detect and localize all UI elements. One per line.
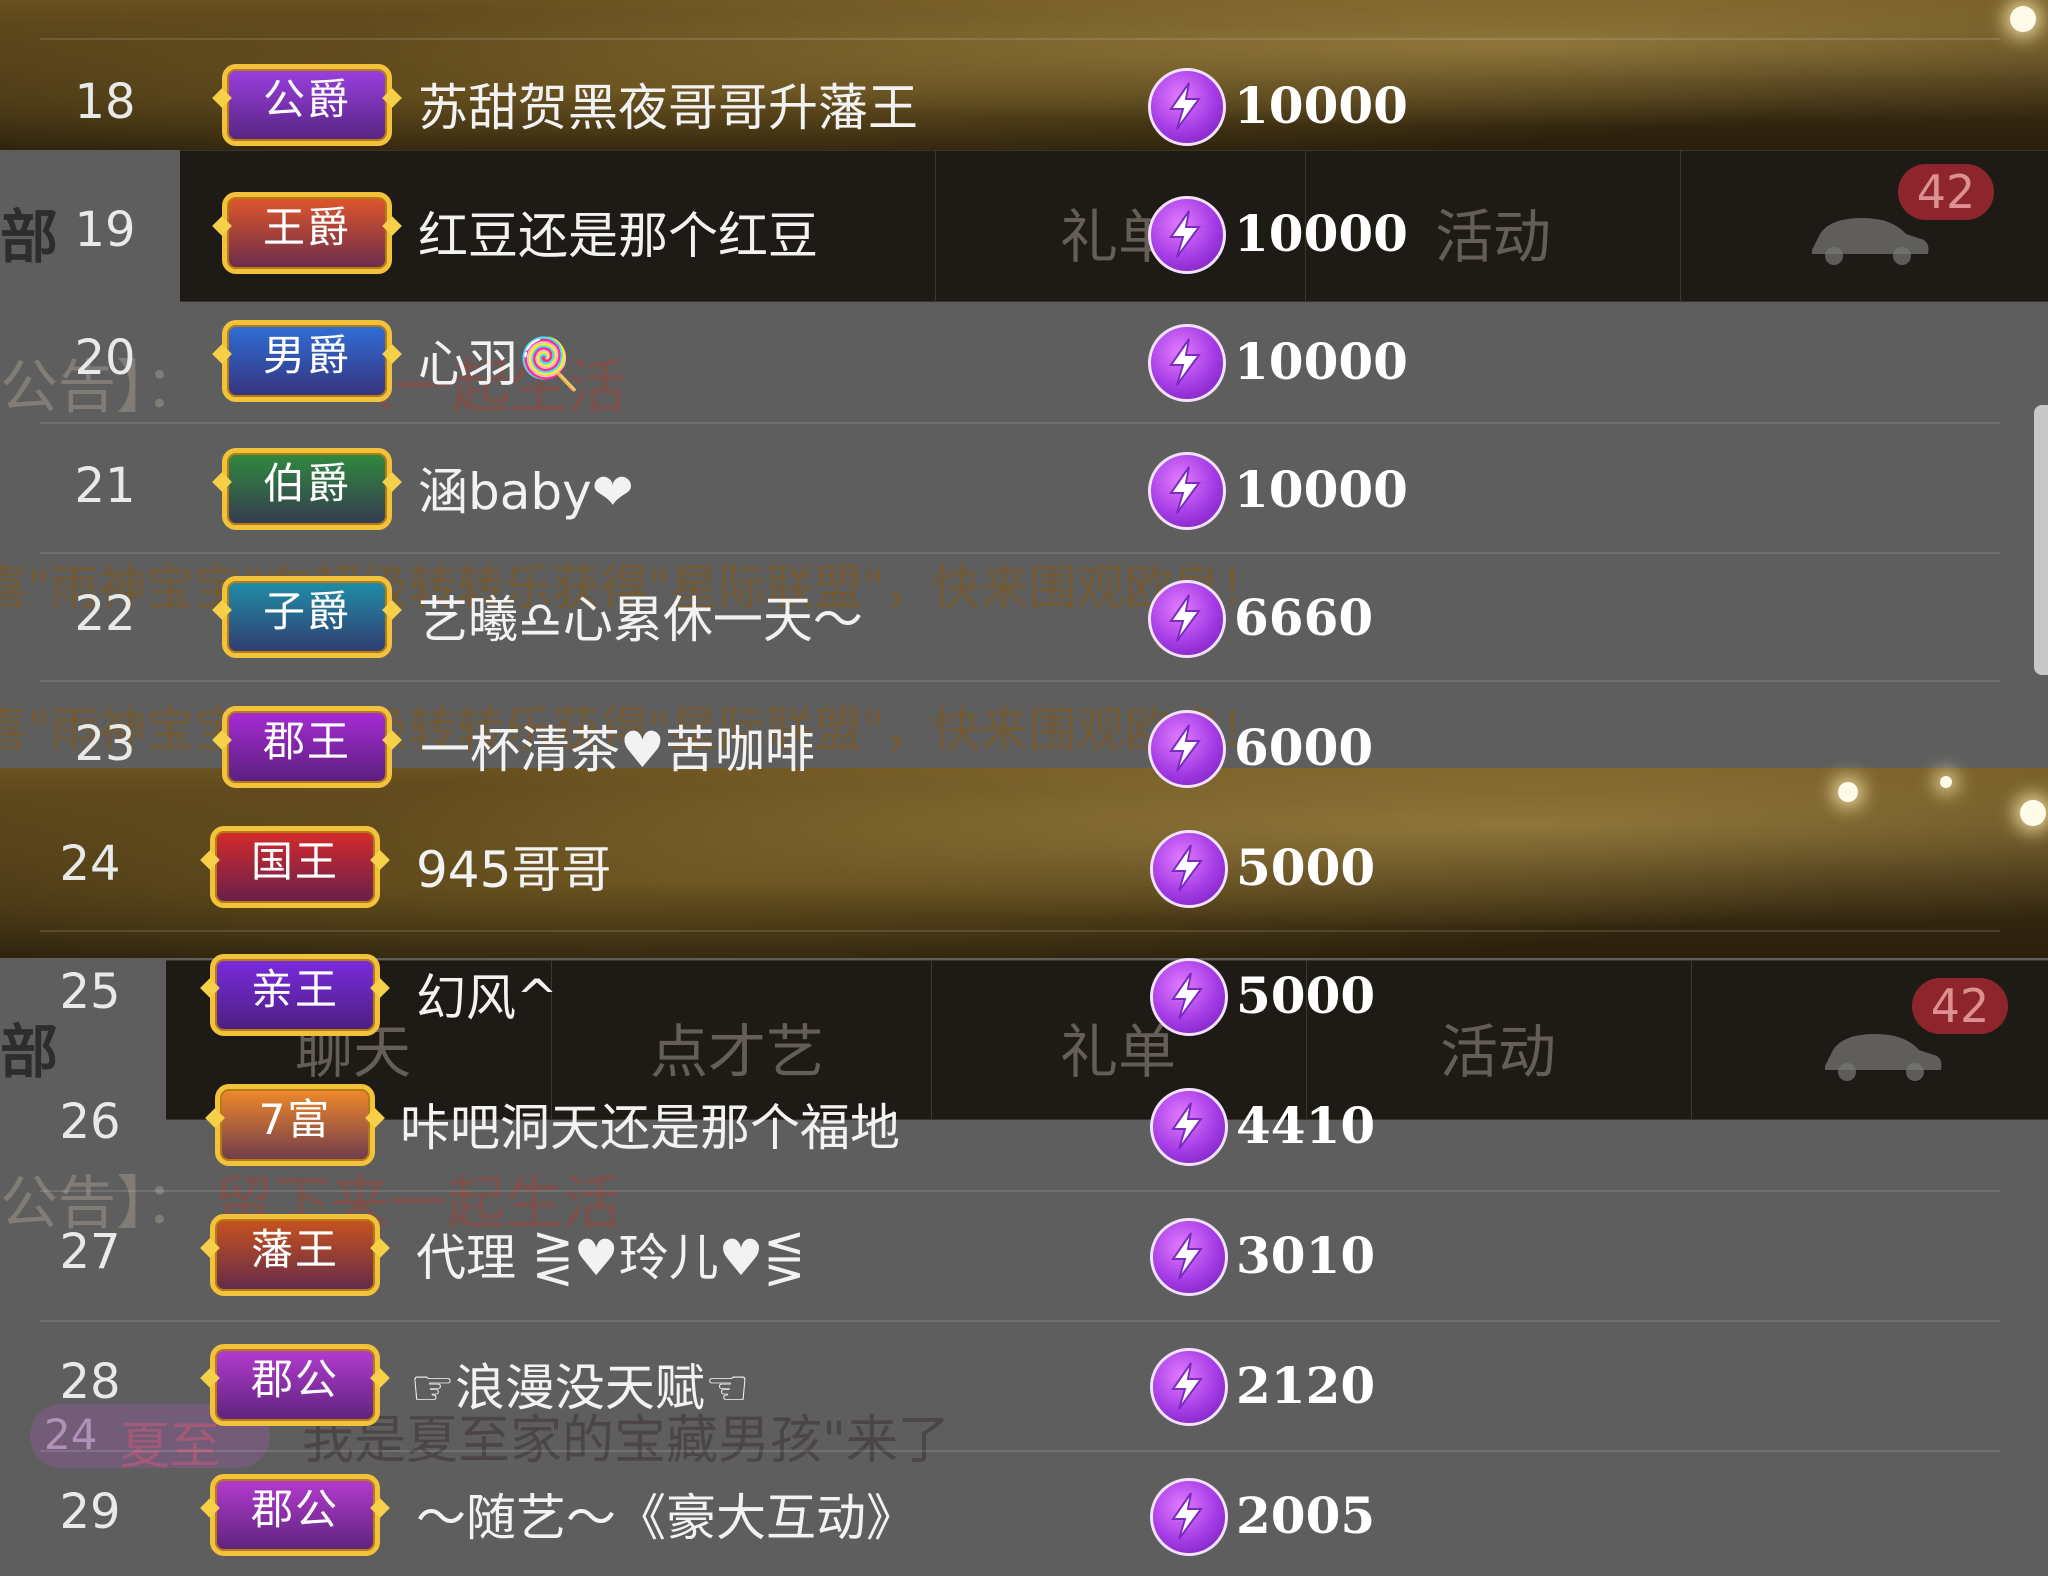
ranking-row[interactable]: 19 王爵 红豆还是那个红豆 10000: [0, 166, 2048, 294]
gift-amount: 10000: [1234, 76, 1408, 135]
rank-number: 18: [74, 74, 136, 130]
rank-number: 27: [59, 1224, 121, 1280]
rank-number: 22: [74, 586, 136, 642]
noble-title-badge: 公爵: [222, 64, 392, 146]
gift-amount: 2120: [1236, 1356, 1376, 1415]
rank-number: 20: [74, 330, 136, 386]
rank-number: 29: [59, 1484, 121, 1540]
rank-number: 26: [59, 1094, 121, 1150]
noble-title-badge: 郡王: [222, 706, 392, 788]
user-nickname[interactable]: 红豆还是那个红豆: [418, 196, 818, 268]
user-nickname[interactable]: 苏甜贺黑夜哥哥升藩王: [418, 68, 918, 140]
gift-amount: 10000: [1234, 332, 1408, 391]
ranking-row[interactable]: 28 郡公 ☞浪漫没天赋☜ 2120: [0, 1318, 2048, 1446]
noble-title-badge: 亲王: [210, 954, 380, 1036]
lightning-coin-icon: [1150, 830, 1228, 908]
user-nickname[interactable]: 一杯清茶♥苦咖啡: [420, 710, 815, 782]
user-nickname[interactable]: 咔吧洞天还是那个福地: [400, 1088, 900, 1160]
noble-title-badge: 国王: [210, 826, 380, 908]
ranking-row[interactable]: 27 藩王 代理 ⋛♥玲儿♥⋚ 3010: [0, 1188, 2048, 1316]
lightning-coin-icon: [1150, 1218, 1228, 1296]
noble-title-badge: 藩王: [210, 1214, 380, 1296]
user-nickname[interactable]: 涵baby❤: [418, 452, 634, 524]
rank-number: 25: [59, 964, 121, 1020]
rank-number: 23: [74, 716, 136, 772]
ranking-row[interactable]: 26 7富 咔吧洞天还是那个福地 4410: [0, 1058, 2048, 1186]
gift-amount: 2005: [1236, 1486, 1376, 1545]
ranking-row[interactable]: 22 子爵 艺曦♎心累休一天～ 6660: [0, 550, 2048, 678]
lightning-coin-icon: [1150, 1478, 1228, 1556]
gift-amount: 10000: [1234, 460, 1408, 519]
noble-title-badge: 郡公: [210, 1344, 380, 1426]
light-bulb: [2010, 6, 2036, 32]
rank-number: 21: [74, 458, 136, 514]
noble-title-badge: 子爵: [222, 576, 392, 658]
ranking-row[interactable]: 18 公爵 苏甜贺黑夜哥哥升藩王 10000: [0, 38, 2048, 166]
lightning-coin-icon: [1148, 324, 1226, 402]
user-nickname[interactable]: 945哥哥: [416, 830, 611, 902]
ranking-row[interactable]: 21 伯爵 涵baby❤ 10000: [0, 422, 2048, 550]
lightning-coin-icon: [1150, 1348, 1228, 1426]
rank-number: 19: [74, 202, 136, 258]
gift-amount: 6660: [1234, 588, 1374, 647]
lightning-coin-icon: [1150, 958, 1228, 1036]
gift-amount: 3010: [1236, 1226, 1376, 1285]
user-nickname[interactable]: 心羽🍭: [418, 324, 580, 396]
ranking-row[interactable]: 23 郡王 一杯清茶♥苦咖啡 6000: [0, 680, 2048, 808]
lightning-coin-icon: [1148, 580, 1226, 658]
gift-amount: 5000: [1236, 838, 1376, 897]
noble-title-badge: 王爵: [222, 192, 392, 274]
user-nickname[interactable]: ☞浪漫没天赋☜: [410, 1348, 750, 1420]
noble-title-badge: 男爵: [222, 320, 392, 402]
gift-amount: 4410: [1236, 1096, 1376, 1155]
rank-number: 28: [59, 1354, 121, 1410]
gift-amount: 6000: [1234, 718, 1374, 777]
gift-amount: 10000: [1234, 204, 1408, 263]
user-nickname[interactable]: 代理 ⋛♥玲儿♥⋚: [416, 1218, 805, 1290]
user-nickname[interactable]: ～随艺～《豪大互动》: [416, 1478, 916, 1550]
lightning-coin-icon: [1148, 452, 1226, 530]
lightning-coin-icon: [1148, 710, 1226, 788]
ranking-row[interactable]: 20 男爵 心羽🍭 10000: [0, 294, 2048, 422]
lightning-coin-icon: [1148, 68, 1226, 146]
gift-amount: 5000: [1236, 966, 1376, 1025]
scrollbar-thumb[interactable]: [2034, 405, 2048, 675]
ranking-row[interactable]: 25 亲王 幻风^ 5000: [0, 928, 2048, 1056]
user-nickname[interactable]: 幻风^: [416, 958, 558, 1030]
noble-title-badge: 伯爵: [222, 448, 392, 530]
rank-number: 24: [59, 836, 121, 892]
noble-title-badge: 郡公: [210, 1474, 380, 1556]
ranking-row[interactable]: 24 国王 945哥哥 5000: [0, 800, 2048, 928]
lightning-coin-icon: [1148, 196, 1226, 274]
noble-title-badge: 7富: [215, 1084, 375, 1166]
lightning-coin-icon: [1150, 1088, 1228, 1166]
ranking-row[interactable]: 29 郡公 ～随艺～《豪大互动》 2005: [0, 1448, 2048, 1576]
user-nickname[interactable]: 艺曦♎心累休一天～: [418, 580, 863, 652]
